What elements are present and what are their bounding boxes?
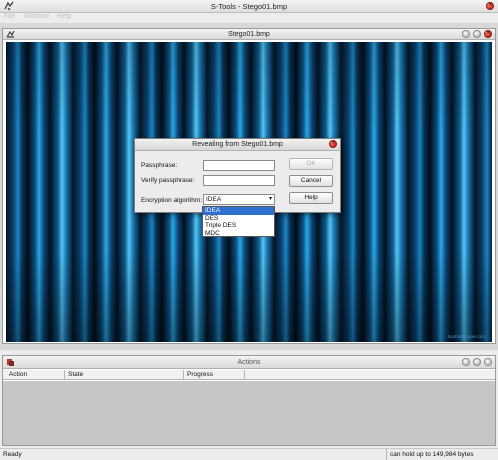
- actions-list[interactable]: [3, 381, 495, 445]
- dialog-close-icon[interactable]: [329, 138, 337, 148]
- actions-panel: Actions Action State Progress: [2, 355, 496, 446]
- dialog-title: Revealing from Stego01.bmp: [192, 141, 283, 148]
- passphrase-label: Passphrase:: [141, 162, 178, 169]
- dialog-titlebar[interactable]: Revealing from Stego01.bmp: [135, 138, 340, 151]
- image-watermark: top4Wallpaper.com: [447, 334, 486, 339]
- status-bar: Ready can hold up to 149,984 bytes: [0, 448, 498, 460]
- cancel-button[interactable]: Cancel: [289, 175, 333, 187]
- column-divider: [244, 370, 245, 380]
- algorithm-dropdown-list: IDEA DES Triple DES MDC: [202, 206, 275, 237]
- minimize-icon[interactable]: [462, 30, 470, 38]
- column-progress[interactable]: Progress: [187, 371, 213, 378]
- algorithm-label: Encryption algorithm:: [141, 197, 203, 204]
- algorithm-option-mdc[interactable]: MDC: [203, 230, 274, 238]
- actions-title: Actions: [237, 359, 261, 366]
- menu-file[interactable]: File: [4, 13, 15, 20]
- verify-passphrase-label: Verify passphrase:: [141, 177, 195, 184]
- algorithm-select[interactable]: IDEA ▾: [203, 194, 275, 205]
- capacity-text: can hold up to 149,984 bytes: [386, 449, 497, 460]
- menu-help[interactable]: Help: [57, 13, 71, 20]
- actions-minimize-icon[interactable]: [462, 358, 470, 366]
- maximize-icon[interactable]: [473, 30, 481, 38]
- close-icon[interactable]: [486, 0, 494, 10]
- chevron-down-icon: ▾: [268, 196, 272, 202]
- column-divider: [183, 370, 184, 380]
- verify-passphrase-input[interactable]: [203, 175, 275, 186]
- app-titlebar: S-Tools - Stego01.bmp: [0, 0, 498, 13]
- image-window-title: Stego01.bmp: [228, 31, 270, 38]
- actions-maximize-icon[interactable]: [473, 358, 481, 366]
- column-state[interactable]: State: [68, 371, 83, 378]
- reveal-dialog: Revealing from Stego01.bmp Passphrase: V…: [134, 138, 341, 213]
- app-title: S-Tools - Stego01.bmp: [210, 2, 288, 11]
- menu-bar: File Window Help: [0, 13, 498, 23]
- column-action[interactable]: Action: [9, 371, 27, 378]
- column-divider: [64, 370, 65, 380]
- actions-column-header: Action State Progress: [3, 370, 495, 380]
- help-button[interactable]: Help: [289, 192, 333, 204]
- passphrase-input[interactable]: [203, 160, 275, 171]
- image-close-icon[interactable]: [484, 28, 492, 38]
- status-text: Ready: [3, 451, 22, 458]
- algorithm-option-idea[interactable]: IDEA: [203, 207, 274, 215]
- ok-button[interactable]: OK: [289, 158, 333, 170]
- algorithm-selected: IDEA: [206, 196, 222, 203]
- algorithm-option-des[interactable]: DES: [203, 215, 274, 223]
- image-window-titlebar[interactable]: Stego01.bmp: [3, 28, 495, 40]
- menu-window[interactable]: Window: [24, 13, 49, 20]
- actions-close-icon[interactable]: [484, 358, 492, 366]
- algorithm-option-triple-des[interactable]: Triple DES: [203, 222, 274, 230]
- actions-titlebar: Actions: [3, 356, 495, 369]
